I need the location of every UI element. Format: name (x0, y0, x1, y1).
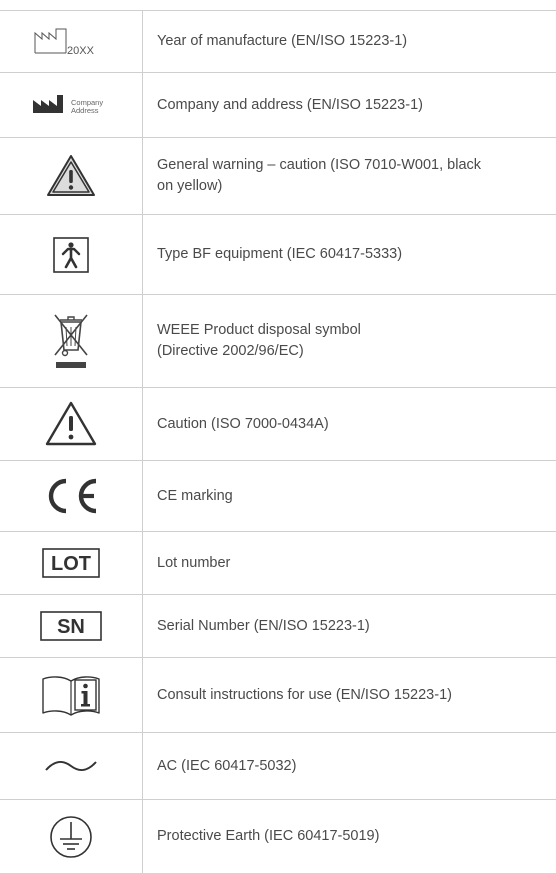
symbol-description: Type BF equipment (IEC 60417-5333) (143, 215, 556, 294)
symbol-cell (0, 658, 143, 732)
symbol-cell (0, 215, 143, 294)
protective-earth-icon (50, 815, 92, 858)
symbol-description: Consult instructions for use (EN/ISO 152… (143, 658, 556, 732)
description-text: Lot number (157, 554, 231, 571)
type-bf-equipment-icon (53, 236, 89, 273)
table-row: WEEE Product disposal symbol (Directive … (0, 295, 556, 388)
weee-disposal-icon (54, 314, 88, 368)
table-row: Type BF equipment (IEC 60417-5333) (0, 215, 556, 295)
description-text-line1: General warning – caution (ISO 7010-W001… (157, 157, 482, 173)
lot-text: LOT (51, 553, 91, 575)
symbol-description: Serial Number (EN/ISO 15223-1) (143, 595, 556, 657)
symbol-description: Protective Earth (IEC 60417-5019) (143, 800, 556, 873)
ce-marking-icon (48, 478, 97, 514)
symbol-cell (0, 388, 143, 460)
description-text: AC (IEC 60417-5032) (157, 757, 297, 774)
symbol-cell: Company Address (0, 73, 143, 137)
table-row: 20XX Year of manufacture (EN/ISO 15223-1… (0, 10, 556, 73)
table-row: Protective Earth (IEC 60417-5019) (0, 800, 556, 873)
description-text: Company and address (EN/ISO 15223-1) (157, 96, 423, 113)
symbol-cell: LOT (0, 532, 143, 594)
table-row: CE marking (0, 461, 556, 532)
table-row: LOT Lot number (0, 532, 556, 595)
table-row: General warning – caution (ISO 7010-W001… (0, 138, 556, 215)
description-text-line2: (Directive 2002/96/EC) (157, 343, 304, 359)
general-warning-icon (47, 155, 95, 196)
description-text: CE marking (157, 487, 233, 504)
caution-icon (45, 401, 97, 446)
lot-number-icon: LOT (42, 548, 100, 578)
manufacturer-icon: Company Address (33, 95, 103, 115)
symbol-description: General warning – caution (ISO 7010-W001… (143, 138, 556, 214)
symbol-description: Caution (ISO 7000-0434A) (143, 388, 556, 460)
date-of-manufacture-icon: 20XX (34, 28, 95, 57)
table-row: Consult instructions for use (EN/ISO 152… (0, 658, 556, 733)
symbol-cell (0, 461, 143, 531)
alternating-current-icon (45, 760, 97, 772)
description-text: Caution (ISO 7000-0434A) (157, 415, 329, 432)
description-text-line2: on yellow) (157, 178, 223, 194)
description-text-line1: WEEE Product disposal symbol (157, 322, 361, 338)
manufacturer-text-line2: Address (71, 106, 99, 115)
symbol-cell: 20XX (0, 11, 143, 72)
table-row: AC (IEC 60417-5032) (0, 733, 556, 800)
symbol-cell (0, 800, 143, 873)
table-row: Caution (ISO 7000-0434A) (0, 388, 556, 461)
table-row: Company Address Company and address (EN/… (0, 73, 556, 138)
description-text: Consult instructions for use (EN/ISO 152… (157, 686, 452, 703)
symbol-cell (0, 295, 143, 387)
symbol-description: CE marking (143, 461, 556, 531)
symbol-description: Year of manufacture (EN/ISO 15223-1) (143, 11, 556, 72)
symbol-cell (0, 138, 143, 214)
date-of-manufacture-text: 20XX (67, 45, 95, 57)
symbol-description: Lot number (143, 532, 556, 594)
description-text: Type BF equipment (IEC 60417-5333) (157, 246, 403, 262)
description-text: Protective Earth (IEC 60417-5019) (157, 828, 380, 844)
symbol-description: AC (IEC 60417-5032) (143, 733, 556, 799)
serial-number-icon: SN (40, 611, 102, 641)
symbol-cell (0, 733, 143, 799)
description-text: Year of manufacture (EN/ISO 15223-1) (157, 33, 408, 49)
symbol-description: Company and address (EN/ISO 15223-1) (143, 73, 556, 137)
description-text: Serial Number (EN/ISO 15223-1) (157, 617, 370, 634)
consult-instructions-icon (42, 676, 100, 716)
symbol-description: WEEE Product disposal symbol (Directive … (143, 295, 556, 387)
sn-text: SN (57, 616, 85, 638)
symbol-cell: SN (0, 595, 143, 657)
table-row: SN Serial Number (EN/ISO 15223-1) (0, 595, 556, 658)
